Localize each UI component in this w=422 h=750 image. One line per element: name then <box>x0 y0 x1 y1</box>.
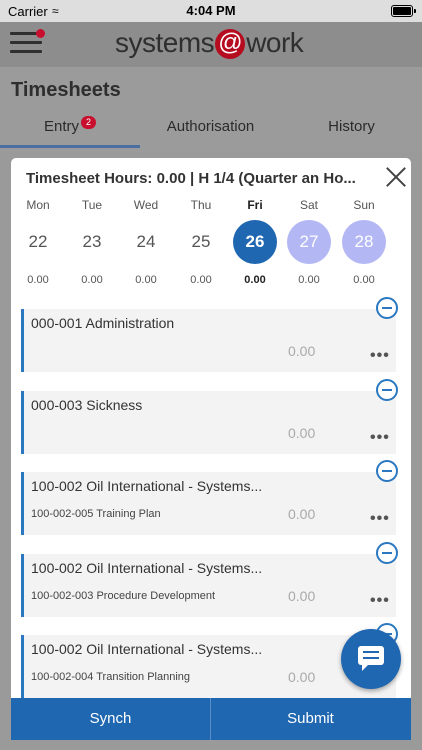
day-mon[interactable]: Mon 22 0.00 <box>11 198 65 286</box>
remove-entry-icon[interactable] <box>376 542 398 564</box>
entry-subtitle: 100-002-005 Training Plan <box>31 508 161 520</box>
entry-hours[interactable]: 0.00 <box>288 425 315 441</box>
notification-dot <box>36 29 45 38</box>
entry-title: 100-002 Oil International - Systems... <box>31 641 263 657</box>
entry-hours[interactable]: 0.00 <box>288 506 315 522</box>
battery-icon <box>391 5 416 17</box>
more-options-icon[interactable]: ••• <box>370 592 390 610</box>
modal-title: Timesheet Hours: 0.00 | H 1/4 (Quarter a… <box>26 170 356 187</box>
entry-title: 100-002 Oil International - Systems... <box>31 478 263 494</box>
page-title: Timesheets <box>11 79 121 101</box>
synch-button[interactable]: Synch <box>11 698 211 740</box>
submit-button[interactable]: Submit <box>211 698 410 740</box>
status-bar: Carrier ≈ 4:04 PM <box>0 0 422 22</box>
more-options-icon[interactable]: ••• <box>370 347 390 365</box>
app-header: systems @ work <box>0 22 422 67</box>
entry-card[interactable]: 100-002 Oil International - Systems... 1… <box>21 554 396 617</box>
day-tue[interactable]: Tue 23 0.00 <box>65 198 119 286</box>
entry-title: 000-001 Administration <box>31 315 175 331</box>
day-sun[interactable]: Sun 28 0.00 <box>337 198 391 286</box>
day-thu[interactable]: Thu 25 0.00 <box>174 198 228 286</box>
more-options-icon[interactable]: ••• <box>370 510 390 528</box>
close-icon[interactable] <box>385 166 407 188</box>
bottom-strip <box>0 740 422 750</box>
entry-title: 000-003 Sickness <box>31 397 143 413</box>
remove-entry-icon[interactable] <box>376 379 398 401</box>
day-sat[interactable]: Sat 27 0.00 <box>282 198 336 286</box>
entry-hours[interactable]: 0.00 <box>288 588 315 604</box>
entry-subtitle: 100-002-004 Transition Planning <box>31 671 191 683</box>
entry-count-badge: 2 <box>81 116 96 129</box>
entry-title: 100-002 Oil International - Systems... <box>31 560 263 576</box>
entry-card[interactable]: 100-002 Oil International - Systems... 1… <box>21 472 396 535</box>
entry-card[interactable]: 000-003 Sickness 0.00 ••• <box>21 391 396 454</box>
tab-history[interactable]: History <box>281 112 422 148</box>
entry-card[interactable]: 100-002 Oil International - Systems... 1… <box>21 635 396 698</box>
tab-entry-label: Entry <box>43 118 79 135</box>
app-logo: systems @ work <box>115 27 304 59</box>
entry-hours[interactable]: 0.00 <box>288 343 315 359</box>
timesheet-entry-list: 000-001 Administration 0.00 ••• 000-003 … <box>11 297 411 698</box>
day-fri[interactable]: Fri 26 0.00 <box>228 198 282 286</box>
entry-hours[interactable]: 0.00 <box>288 669 315 685</box>
entry-card[interactable]: 000-001 Administration 0.00 ••• <box>21 309 396 372</box>
day-wed[interactable]: Wed 24 0.00 <box>119 198 173 286</box>
tab-entry[interactable]: Entry 2 <box>0 112 140 148</box>
more-options-icon[interactable]: ••• <box>370 429 390 447</box>
hamburger-menu-button[interactable] <box>10 29 45 58</box>
entry-subtitle: 100-002-003 Procedure Development <box>31 590 216 602</box>
clock: 4:04 PM <box>186 3 236 18</box>
tab-bar: Entry 2 Authorisation History <box>0 112 422 148</box>
chat-icon <box>358 646 384 671</box>
page-header: Timesheets Entry 2 Authorisation History <box>0 67 422 152</box>
week-day-selector: Mon 22 0.00 Tue 23 0.00 Wed 24 0.00 Thu 25 0.00 … <box>11 198 411 293</box>
footer-actions: Synch Submit <box>11 698 411 740</box>
chat-button[interactable] <box>341 629 401 689</box>
remove-entry-icon[interactable] <box>376 297 398 319</box>
tab-authorisation[interactable]: Authorisation <box>140 112 281 148</box>
remove-entry-icon[interactable] <box>376 460 398 482</box>
